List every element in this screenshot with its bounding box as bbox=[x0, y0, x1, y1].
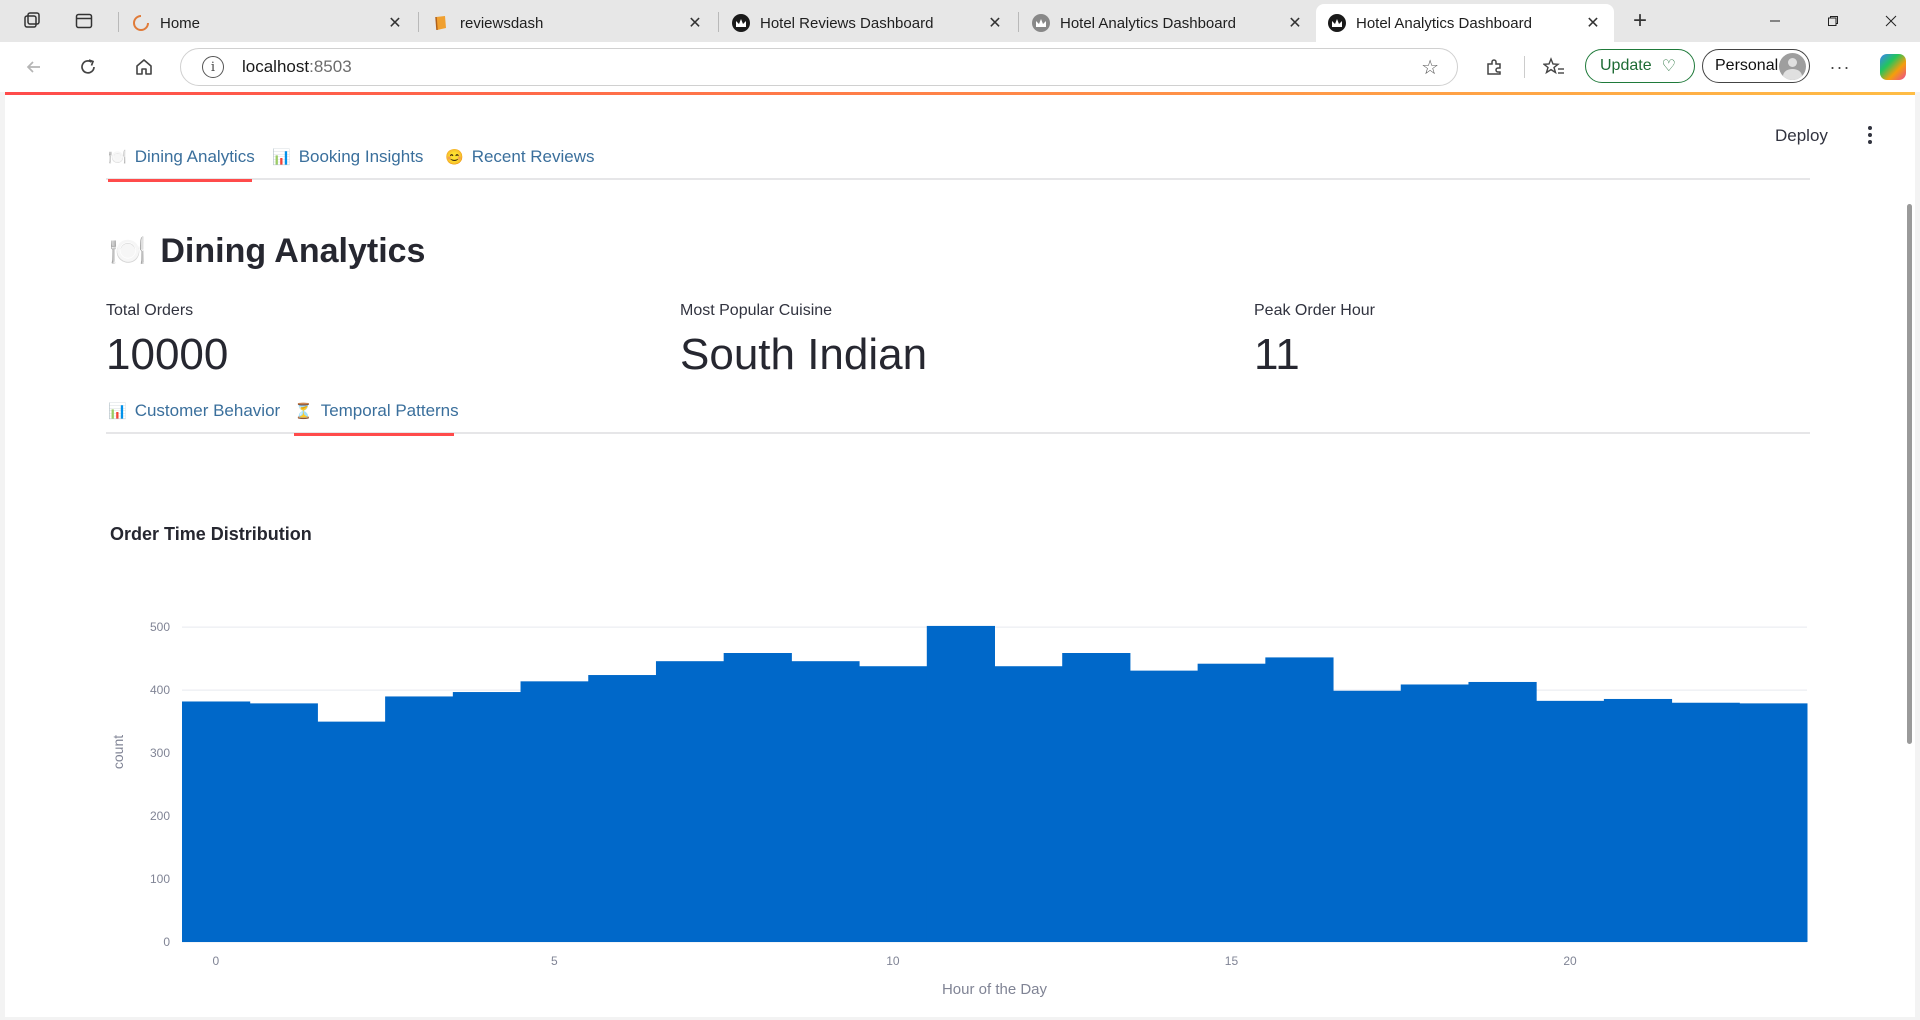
order-time-histogram: 0 100 200 300 400 500 0 5 10 15 20 Hour of the Day c… bbox=[110, 620, 1808, 998]
histogram-bar bbox=[1062, 653, 1131, 942]
histogram-bar bbox=[1603, 698, 1673, 942]
address-host: localhost bbox=[242, 57, 310, 76]
close-icon[interactable]: ✕ bbox=[1284, 13, 1306, 33]
vertical-tabs-icon[interactable] bbox=[66, 6, 102, 36]
y-axis-label: count bbox=[110, 735, 126, 769]
x-tick-label: 5 bbox=[551, 954, 558, 968]
restore-icon[interactable] bbox=[1804, 0, 1862, 42]
browser-toolbar: i localhost:8503 ☆ Update ♡ Personal ··· bbox=[0, 42, 1920, 92]
profile-label: Personal bbox=[1715, 57, 1779, 74]
histogram-bar bbox=[655, 661, 725, 942]
tab-title: Hotel Analytics Dashboard bbox=[1356, 14, 1532, 32]
tab-title: Home bbox=[160, 14, 201, 32]
y-tick-label: 100 bbox=[150, 872, 170, 886]
histogram-bar bbox=[588, 675, 657, 942]
histogram-bar bbox=[452, 692, 522, 942]
histogram-bar bbox=[1536, 700, 1605, 942]
y-tick-label: 200 bbox=[150, 809, 170, 823]
histogram-bar bbox=[1739, 703, 1808, 942]
close-window-icon[interactable] bbox=[1862, 0, 1920, 42]
heart-pulse-icon: ♡ bbox=[1661, 58, 1676, 75]
address-port: :8503 bbox=[309, 57, 352, 76]
histogram-bar bbox=[859, 666, 928, 942]
address-bar[interactable]: i localhost:8503 ☆ bbox=[180, 48, 1458, 86]
close-icon[interactable]: ✕ bbox=[684, 13, 706, 33]
streamlit-crown-icon bbox=[732, 14, 750, 32]
tab-title: Hotel Reviews Dashboard bbox=[760, 14, 934, 32]
close-icon[interactable]: ✕ bbox=[384, 13, 406, 33]
browser-tab-home[interactable]: Home ✕ bbox=[120, 4, 416, 42]
profile-button[interactable]: Personal bbox=[1702, 49, 1810, 83]
histogram-bar bbox=[1197, 663, 1266, 942]
x-tick-label: 15 bbox=[1225, 954, 1239, 968]
browser-tab-hotel-analytics-active[interactable]: Hotel Analytics Dashboard ✕ bbox=[1316, 4, 1614, 42]
histogram-bar bbox=[520, 681, 589, 942]
x-axis-label: Hour of the Day bbox=[942, 981, 1048, 998]
histogram-bar bbox=[1400, 684, 1469, 942]
update-button[interactable]: Update ♡ bbox=[1585, 49, 1695, 83]
spinner-icon bbox=[132, 14, 150, 32]
home-icon[interactable] bbox=[126, 51, 162, 83]
avatar bbox=[1779, 53, 1806, 80]
minimize-icon[interactable] bbox=[1746, 0, 1804, 42]
close-icon[interactable]: ✕ bbox=[984, 13, 1006, 33]
histogram-bar bbox=[1333, 690, 1402, 942]
browser-tab-reviewsdash[interactable]: reviewsdash ✕ bbox=[420, 4, 716, 42]
histogram-bar bbox=[994, 666, 1063, 942]
app-page: Deploy 🍽️ Dining Analytics 📊 Booking Insig… bbox=[5, 92, 1915, 1017]
histogram-bar bbox=[182, 701, 251, 942]
book-icon bbox=[432, 14, 450, 32]
x-tick-label: 20 bbox=[1563, 954, 1577, 968]
histogram-bar bbox=[317, 721, 386, 942]
histogram-bar bbox=[1468, 681, 1537, 942]
browser-tab-hotel-analytics[interactable]: Hotel Analytics Dashboard ✕ bbox=[1020, 4, 1316, 42]
y-tick-label: 300 bbox=[150, 746, 170, 760]
browser-tab-strip: Home ✕ reviewsdash ✕ Hotel Reviews Dashb… bbox=[0, 0, 1920, 42]
extensions-icon[interactable] bbox=[1476, 51, 1512, 83]
tab-title: Hotel Analytics Dashboard bbox=[1060, 14, 1236, 32]
y-tick-label: 0 bbox=[163, 935, 170, 949]
browser-tab-hotel-reviews[interactable]: Hotel Reviews Dashboard ✕ bbox=[720, 4, 1016, 42]
x-tick-label: 10 bbox=[886, 954, 900, 968]
histogram-bar bbox=[926, 625, 995, 942]
histogram-bar bbox=[1129, 670, 1199, 942]
streamlit-crown-icon bbox=[1328, 14, 1346, 32]
update-label: Update bbox=[1600, 57, 1652, 74]
favorites-icon[interactable] bbox=[1536, 51, 1572, 83]
histogram-bar bbox=[723, 653, 792, 942]
histogram-bar bbox=[249, 703, 318, 942]
tab-title: reviewsdash bbox=[460, 14, 544, 32]
workspaces-icon[interactable] bbox=[14, 6, 50, 36]
x-tick-label: 0 bbox=[213, 954, 220, 968]
histogram-bar bbox=[791, 661, 860, 942]
y-tick-label: 500 bbox=[150, 620, 170, 634]
new-tab-plus-icon[interactable]: + bbox=[1622, 6, 1658, 36]
refresh-icon[interactable] bbox=[70, 51, 106, 83]
more-options-icon[interactable]: ··· bbox=[1822, 51, 1858, 83]
histogram-bar bbox=[1265, 657, 1334, 942]
favorite-star-icon[interactable]: ☆ bbox=[1421, 55, 1439, 80]
copilot-icon[interactable] bbox=[1880, 54, 1906, 80]
close-icon[interactable]: ✕ bbox=[1582, 13, 1604, 33]
site-info-icon[interactable]: i bbox=[202, 56, 224, 78]
histogram-bar bbox=[385, 696, 454, 942]
back-arrow-icon[interactable] bbox=[16, 51, 52, 83]
histogram-bar bbox=[1671, 702, 1740, 942]
streamlit-crown-icon bbox=[1032, 14, 1050, 32]
y-tick-label: 400 bbox=[150, 683, 170, 697]
